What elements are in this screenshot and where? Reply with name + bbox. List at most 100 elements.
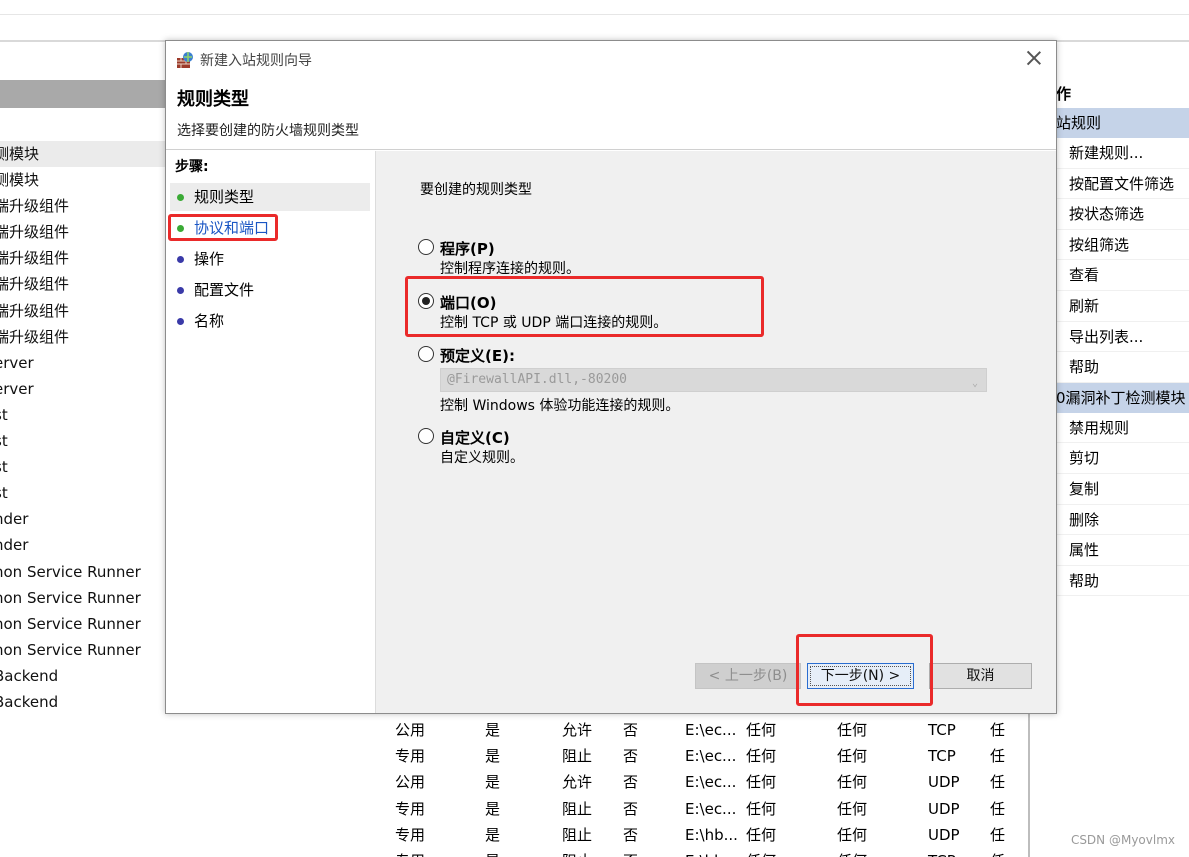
action-item[interactable]: 新建规则... xyxy=(1056,138,1189,169)
pane-divider[interactable] xyxy=(1028,712,1030,857)
table-row[interactable]: 专用 是 阻止 否 E:\ec... 任何 任何 TCP 任 xyxy=(375,743,1025,769)
radio-custom[interactable] xyxy=(418,428,434,444)
wizard-content: 要创建的规则类型 程序(P) 控制程序连接的规则。 端口(O) 控制 TCP 或… xyxy=(375,151,1056,713)
table-row[interactable]: 专用 是 阻止 否 E:\ec... 任何 任何 UDP 任 xyxy=(375,796,1025,822)
rule-name-item[interactable]: 端升级组件 xyxy=(0,193,166,219)
rule-name-item[interactable]: 测模块 xyxy=(0,141,166,168)
firewall-icon xyxy=(177,52,193,68)
table-cell: E:\ec... xyxy=(685,747,737,766)
table-row[interactable]: 专用 是 阻止 否 E:\hb... 任何 任何 UDP 任 xyxy=(375,822,1025,848)
table-cell: 否 xyxy=(623,825,639,844)
table-cell: 任何 xyxy=(746,721,777,739)
option-label[interactable]: 预定义(E): xyxy=(440,345,515,366)
table-cell: 否 xyxy=(623,721,639,739)
actions-pane: 作 站规则 新建规则... 按配置文件筛选 按状态筛选 按组筛选 查看 刷新 导出列表...… xyxy=(1056,80,1189,597)
table-cell: 任何 xyxy=(746,799,777,818)
rule-name-item[interactable]: 端升级组件 xyxy=(0,271,166,297)
table-row[interactable]: 公用 是 允许 否 E:\ec... 任何 任何 TCP 任 xyxy=(375,717,1025,743)
rule-name-item[interactable]: nder xyxy=(0,532,166,558)
step-label: 配置文件 xyxy=(194,281,255,299)
cancel-button[interactable]: 取消 xyxy=(929,663,1032,689)
rule-name-item[interactable]: hon Service Runner xyxy=(0,611,166,637)
step-name[interactable]: 名称 xyxy=(170,307,370,335)
rule-name-item[interactable]: st xyxy=(0,454,166,480)
rule-name-item[interactable]: st xyxy=(0,428,166,454)
step-action[interactable]: 操作 xyxy=(170,245,370,273)
radio-program[interactable] xyxy=(418,239,434,255)
table-cell: 否 xyxy=(623,848,638,857)
action-item[interactable]: 删除 xyxy=(1056,505,1189,536)
actions-section-selected-rule[interactable]: 0漏洞补丁检测模块 xyxy=(1056,382,1189,413)
action-item[interactable]: 帮助 xyxy=(1056,352,1189,383)
rule-name-item[interactable]: Backend xyxy=(0,663,166,689)
table-cell: TCP xyxy=(928,721,956,739)
action-item[interactable]: 帮助 xyxy=(1056,566,1189,597)
table-cell: 公用 xyxy=(395,721,426,739)
rule-name-item[interactable]: hon Service Runner xyxy=(0,585,166,611)
rule-name-item[interactable]: st xyxy=(0,480,166,506)
step-profile[interactable]: 配置文件 xyxy=(170,276,370,304)
table-cell: E:\ec... xyxy=(685,799,737,818)
actions-section-inbound-rules[interactable]: 站规则 xyxy=(1056,108,1189,138)
rule-name-item[interactable]: hon Service Runner xyxy=(0,637,166,663)
page-title: 规则类型 xyxy=(177,89,249,110)
table-cell: E:\hb... xyxy=(685,848,738,857)
radio-predefined[interactable] xyxy=(418,346,434,362)
rule-name-item[interactable]: erver xyxy=(0,376,166,402)
actions-title: 作 xyxy=(1056,85,1072,103)
table-row[interactable]: 专用 是 阻止 否 E:\hb... 任何 任何 TCP 任 xyxy=(375,848,1025,857)
highlight-box-next-button xyxy=(796,634,933,706)
question-label: 要创建的规则类型 xyxy=(420,182,532,198)
action-item[interactable]: 剪切 xyxy=(1056,443,1189,474)
option-label[interactable]: 自定义(C) xyxy=(440,427,510,448)
highlight-box-protocol-step xyxy=(168,214,278,241)
table-cell: 是 xyxy=(485,825,501,844)
action-item[interactable]: 导出列表... xyxy=(1056,322,1189,353)
action-item[interactable]: 复制 xyxy=(1056,474,1189,505)
table-cell: 否 xyxy=(623,773,639,792)
rule-name-item[interactable]: 测模块 xyxy=(0,167,166,193)
table-cell: 专用 xyxy=(395,848,425,857)
rule-name-item[interactable]: 端升级组件 xyxy=(0,219,166,245)
table-cell: 阻止 xyxy=(562,848,592,857)
rule-name-item[interactable]: 端升级组件 xyxy=(0,245,166,271)
step-status-dot xyxy=(177,256,184,263)
back-button: < 上一步(B) xyxy=(695,663,801,689)
table-cell: UDP xyxy=(928,825,960,844)
predefined-select-value: @FirewallAPI.dll,-80200 xyxy=(447,372,628,387)
page-subtitle: 选择要创建的防火墙规则类型 xyxy=(177,123,359,139)
action-item[interactable]: 按组筛选 xyxy=(1056,230,1189,261)
table-cell: 任何 xyxy=(837,848,867,857)
step-rule-type[interactable]: 规则类型 xyxy=(170,183,370,211)
table-cell: 任何 xyxy=(837,799,868,818)
action-item[interactable]: 按配置文件筛选 xyxy=(1056,169,1189,200)
dialog-header: 规则类型 选择要创建的防火墙规则类型 xyxy=(177,85,359,140)
rules-name-list: 测模块 测模块 端升级组件 端升级组件 端升级组件 端升级组件 端升级组件 端升… xyxy=(0,141,166,715)
action-item[interactable]: 禁用规则 xyxy=(1056,413,1189,444)
step-label: 操作 xyxy=(194,250,225,268)
table-row[interactable]: 公用 是 允许 否 E:\ec... 任何 任何 UDP 任 xyxy=(375,769,1025,795)
table-cell: 任何 xyxy=(837,721,868,739)
rule-name-item[interactable]: Backend xyxy=(0,689,166,715)
close-icon[interactable] xyxy=(1026,50,1042,66)
action-item[interactable]: 查看 xyxy=(1056,260,1189,291)
option-label[interactable]: 程序(P) xyxy=(440,238,495,259)
rule-name-item[interactable]: st xyxy=(0,402,166,428)
rule-name-item[interactable]: hon Service Runner xyxy=(0,559,166,585)
table-cell: 是 xyxy=(485,848,500,857)
rule-name-item[interactable]: erver xyxy=(0,350,166,376)
action-item[interactable]: 刷新 xyxy=(1056,291,1189,322)
table-cell: 任何 xyxy=(746,848,776,857)
action-item[interactable]: 属性 xyxy=(1056,535,1189,566)
action-item[interactable]: 按状态筛选 xyxy=(1056,199,1189,230)
table-cell: 任 xyxy=(990,773,1006,792)
rule-name-item[interactable]: nder xyxy=(0,506,166,532)
table-cell: 是 xyxy=(485,773,501,792)
rule-name-item[interactable]: 端升级组件 xyxy=(0,298,166,324)
screen: 测模块 测模块 端升级组件 端升级组件 端升级组件 端升级组件 端升级组件 端升… xyxy=(0,0,1189,857)
step-status-dot xyxy=(177,318,184,325)
table-cell: 是 xyxy=(485,799,501,818)
table-cell: 阻止 xyxy=(562,799,593,818)
table-cell: 任 xyxy=(990,799,1006,818)
rule-name-item[interactable]: 端升级组件 xyxy=(0,324,166,350)
